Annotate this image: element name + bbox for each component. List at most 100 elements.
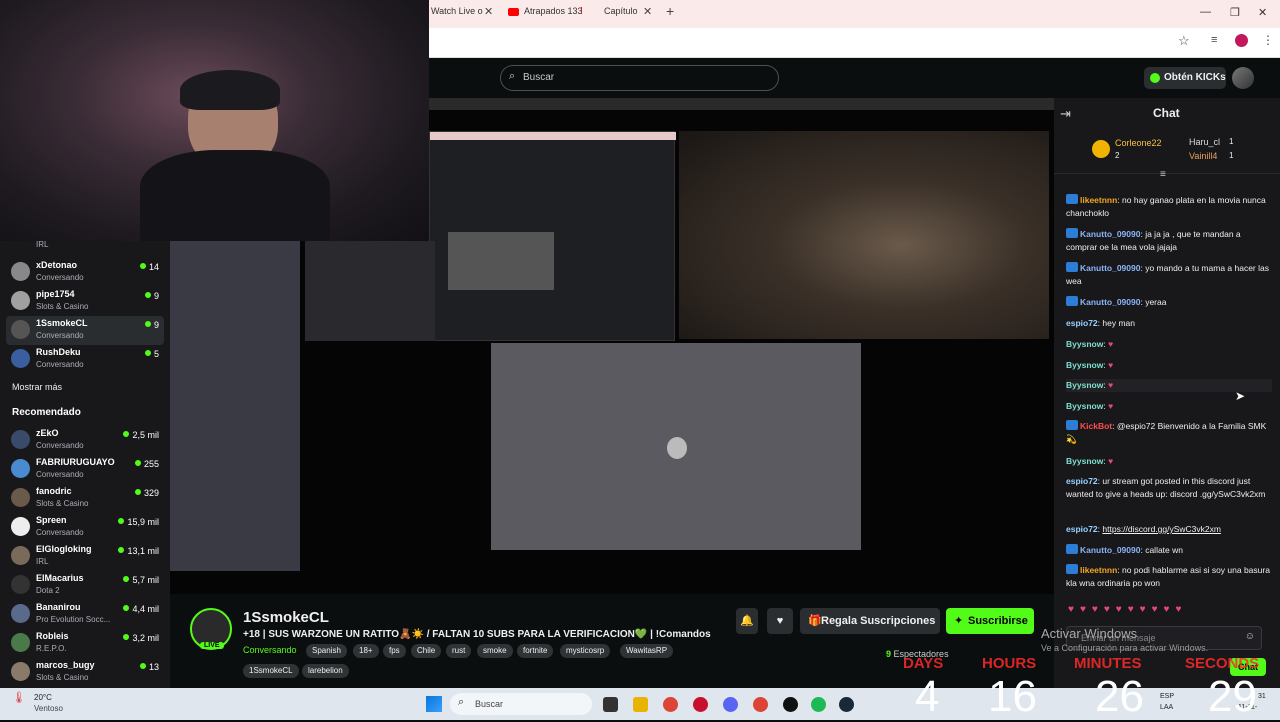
weather-icon: 🌡 <box>12 692 26 704</box>
taskbar-search[interactable]: ⌕ Buscar <box>450 693 592 715</box>
tag[interactable]: Chile <box>411 644 442 658</box>
discord-icon[interactable] <box>723 697 738 712</box>
viewer-count: 3,2 mil <box>123 633 159 643</box>
search-input[interactable]: ⌕ Buscar <box>500 65 779 91</box>
profile-icon[interactable] <box>1235 34 1248 47</box>
sidebar-item-xdetonao[interactable]: xDetonao Conversando 14 <box>0 258 170 287</box>
sidebar-item-1ssmokecl[interactable]: 1SsmokeCL Conversando 9 <box>6 316 164 345</box>
emote-bar[interactable]: ♥♥♥♥♥♥♥♥♥♥ <box>1068 604 1268 618</box>
windows-start-icon[interactable] <box>426 696 442 712</box>
tag[interactable]: mysticosrp <box>560 644 611 658</box>
gift-subs-button[interactable]: 🎁 Regala Suscripciones <box>800 608 940 634</box>
viewer-count: 329 <box>134 488 159 498</box>
crown-icon <box>1092 140 1110 158</box>
close-window-icon[interactable]: ✕ <box>1258 6 1267 19</box>
clock-time[interactable]: 31 <box>1258 693 1266 700</box>
gifter-name: Vainill4 <box>1189 151 1218 161</box>
sidebar-item[interactable]: IRL <box>0 237 170 255</box>
sidebar-item-fanodric[interactable]: fanodric Slots & Casino 329 <box>0 484 170 513</box>
menu-icon[interactable]: ⋮ <box>1262 33 1274 47</box>
avatar <box>11 262 30 281</box>
sidebar-item-robleis[interactable]: Robleis R.E.P.O. 3,2 mil <box>0 629 170 658</box>
minimize-icon[interactable]: — <box>1200 6 1211 18</box>
language-indicator[interactable]: ESP <box>1160 693 1174 700</box>
chat-message: likeetnnn: no hay ganao plata en la movi… <box>1066 194 1266 218</box>
sidebar-item-fabriuruguayo[interactable]: FABRIURUGUAYO Conversando 255 <box>0 455 170 484</box>
chat-title: Chat <box>1153 106 1180 120</box>
channel-name: zEkO <box>36 428 59 438</box>
media-icon[interactable]: ≡ <box>1211 34 1217 46</box>
chat-message: Byysnow: ♥ <box>1066 339 1114 349</box>
countdown-hours-label: HOURS <box>982 655 1037 672</box>
chat-message: espio72: ur stream got posted in this di… <box>1066 476 1266 499</box>
star-icon[interactable]: ☆ <box>1178 33 1190 49</box>
sidebar-item-bananirou[interactable]: Bananirou Pro Evolution Socc... 4,4 mil <box>0 600 170 629</box>
countdown-seconds-label: SECONDS <box>1185 655 1260 672</box>
countdown-minutes-label: MINUTES <box>1074 655 1142 672</box>
steam-icon[interactable] <box>839 697 854 712</box>
get-kicks-button[interactable]: Obtén KICKs <box>1144 67 1226 89</box>
tab-watch-live[interactable]: Watch Live o <box>431 6 483 16</box>
show-more-link[interactable]: Mostrar más <box>12 382 62 392</box>
obs-icon[interactable] <box>783 697 798 712</box>
chrome-icon[interactable] <box>663 697 678 712</box>
countdown-minutes-value: 26 <box>1095 672 1144 721</box>
close-tab-icon[interactable]: ✕ <box>484 5 493 18</box>
streamer-cap <box>180 70 280 110</box>
sidebar-item-spreen[interactable]: Spreen Conversando 15,9 mil <box>0 513 170 542</box>
viewer-count: 13 <box>139 662 159 672</box>
notification-bell-button[interactable]: 🔔 <box>736 608 758 634</box>
stream-category[interactable]: Conversando <box>243 645 297 655</box>
avatar <box>11 633 30 652</box>
gray-screen <box>491 343 861 550</box>
new-tab-icon[interactable]: + <box>666 3 674 19</box>
channel-category: IRL <box>36 240 49 249</box>
sidebar-item-elmacarius[interactable]: ElMacarius Dota 2 5,7 mil <box>0 571 170 600</box>
user-avatar[interactable] <box>1232 67 1254 89</box>
sidebar-item-elglogloking[interactable]: ElGlogloking IRL 13,1 mil <box>0 542 170 571</box>
avatar <box>11 291 30 310</box>
follow-heart-button[interactable]: ♥ <box>767 608 793 634</box>
sidebar-item-pipe1754[interactable]: pipe1754 Slots & Casino 9 <box>0 287 170 316</box>
tag[interactable]: Spanish <box>306 644 347 658</box>
tag[interactable]: 1SsmokeCL <box>243 664 299 678</box>
collapse-chat-icon[interactable]: ⇥ <box>1060 106 1071 122</box>
opera-icon[interactable] <box>693 697 708 712</box>
restore-icon[interactable]: ❐ <box>1230 6 1240 19</box>
tag[interactable]: 18+ <box>353 644 379 658</box>
spotify-icon[interactable] <box>811 697 826 712</box>
youtube-icon <box>508 8 519 16</box>
taskbar: 🌡 20°C Ventoso ⌕ Buscar ESP LAA 31 11-11… <box>0 688 1280 720</box>
channel-category: Conversando <box>36 273 84 282</box>
filter-icon[interactable]: ≡ <box>1160 169 1166 180</box>
chrome-icon[interactable] <box>753 697 768 712</box>
task-view-icon[interactable] <box>603 697 618 712</box>
kick-coin-icon <box>1150 73 1160 83</box>
channel-name: ElGlogloking <box>36 544 92 554</box>
tab-atrapados[interactable]: Atrapados 133 <box>524 6 583 16</box>
tag[interactable]: larebelion <box>302 664 349 678</box>
nested-webcam <box>679 131 1049 339</box>
weather-temp[interactable]: 20°C <box>34 693 52 702</box>
emoji-icon[interactable]: ☺ <box>1245 631 1255 642</box>
tag[interactable]: WawitasRP <box>620 644 674 658</box>
subscribe-button[interactable]: ✦ Suscribirse <box>946 608 1034 634</box>
tab-capitulo[interactable]: Capítulo <box>604 6 638 16</box>
tag[interactable]: fps <box>383 644 406 658</box>
gift-icon: 🎁 <box>808 615 822 627</box>
close-tab-icon[interactable]: ✕ <box>643 5 652 18</box>
taskbar-search-label: Buscar <box>475 699 504 709</box>
tag[interactable]: fortnite <box>517 644 554 658</box>
tag[interactable]: rust <box>446 644 472 658</box>
sidebar-item-marcos-bugy[interactable]: marcos_bugy Slots & Casino 13 <box>0 658 170 687</box>
channel-category: R.E.P.O. <box>36 644 67 653</box>
channel-name[interactable]: 1SsmokeCL <box>243 609 329 626</box>
sidebar-item-rushdeku[interactable]: RushDeku Conversando 5 <box>0 345 170 374</box>
channel-name: marcos_bugy <box>36 660 95 670</box>
recommended-heading: Recomendado <box>12 407 81 418</box>
viewer-count: 15,9 mil <box>118 517 159 527</box>
sidebar-item-zeko[interactable]: zEkO Conversando 2,5 mil <box>0 426 170 455</box>
file-explorer-icon[interactable] <box>633 697 648 712</box>
tag[interactable]: smoke <box>477 644 513 658</box>
viewer-count: 2,5 mil <box>123 430 159 440</box>
